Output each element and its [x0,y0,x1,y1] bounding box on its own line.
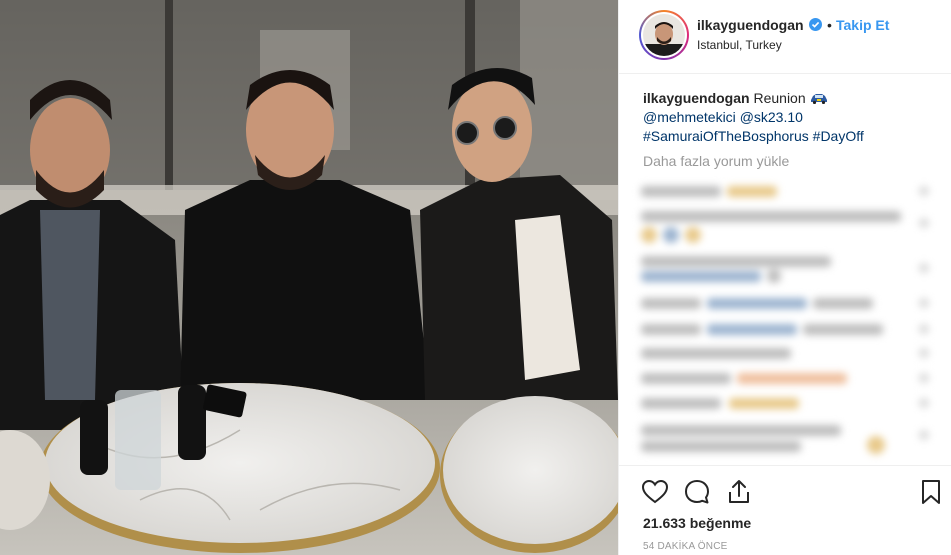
mention-link[interactable]: @mehmetekici [643,109,736,125]
post-timestamp[interactable]: 54 DAKİKA ÖNCE [643,541,728,552]
caption-username[interactable]: ilkayguendogan [643,90,750,106]
post-caption: ilkayguendogan Reunion @mehmetekici @sk2… [643,89,933,146]
hashtag-link[interactable]: #DayOff [813,128,864,144]
post-photo[interactable] [0,0,618,555]
post-header: ilkayguendogan • Takip Et Istanbul, Turk… [619,0,951,74]
post-username[interactable]: ilkayguendogan [697,17,804,33]
separator-dot: • [827,17,832,33]
car-emoji-icon [810,94,827,105]
heart-icon[interactable] [641,478,669,506]
mention-link[interactable]: @sk23.10 [740,109,803,125]
share-icon[interactable] [725,478,753,506]
post-location[interactable]: Istanbul, Turkey [697,38,782,52]
load-more-comments-button[interactable]: Daha fazla yorum yükle [643,153,789,169]
follow-button[interactable]: Takip Et [836,17,889,33]
avatar-image [643,14,685,56]
likes-count[interactable]: 21.633 beğenme [643,515,751,531]
post-actions: 21.633 beğenme 54 DAKİKA ÖNCE [619,465,951,555]
verified-badge-icon [809,18,822,31]
post-photo-illustration [0,0,618,555]
hashtag-link[interactable]: #SamuraiOfTheBosphorus [643,128,809,144]
caption-text: Reunion [753,90,806,106]
bookmark-icon[interactable] [917,478,945,506]
avatar[interactable] [639,10,689,60]
comment-icon[interactable] [683,478,711,506]
post-sidebar: ilkayguendogan • Takip Et Istanbul, Turk… [618,0,951,555]
comments-list-blurred [637,178,937,463]
